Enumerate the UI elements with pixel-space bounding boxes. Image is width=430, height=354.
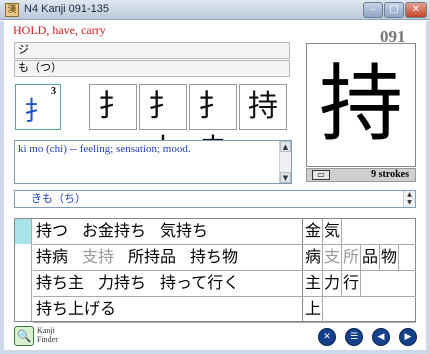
compound-chars: 上 (304, 297, 416, 322)
selected-word-field[interactable]: きも（ち） ▲ ▼ (14, 190, 416, 208)
compound-char[interactable]: 力 (323, 271, 342, 296)
kun-reading: も（つ） (14, 60, 290, 77)
kanji-finder-button[interactable]: 🔍 Kanji Finder (14, 326, 74, 346)
description-text: ki mo (chi) -- feeling; sensation; mood. (18, 143, 191, 155)
magnifier-icon: 🔍 (14, 326, 34, 346)
app-icon: 漢 (5, 3, 19, 17)
radical-number: 3 (51, 86, 56, 97)
compound-char[interactable]: 所 (342, 245, 361, 270)
compound-chars: 金気 (304, 219, 416, 244)
stroke-step-1[interactable]: 扌 (89, 84, 137, 130)
compound-char[interactable]: 気 (323, 219, 342, 244)
word-description: ki mo (chi) -- feeling; sensation; mood.… (14, 140, 292, 184)
word-spinner[interactable]: ▲ ▼ (403, 191, 415, 207)
compound-word[interactable]: 持って行く (160, 275, 239, 292)
compound-char[interactable]: 品 (361, 245, 380, 270)
compound-char[interactable]: 物 (380, 245, 399, 270)
list-nav-button[interactable]: ☰ (345, 328, 363, 346)
compound-word[interactable]: 持病 (36, 249, 68, 266)
stroke-step-4[interactable]: 持 (239, 84, 287, 130)
compound-words: 持つ お金持ち 気持ち (33, 219, 303, 244)
title-bar: 漢 N4 Kanji 091-135 – □ ✕ (0, 0, 430, 20)
compound-grid: 持つ お金持ち 気持ち金気持病 支持 所持品 持ち物病支所品物持ち主 力持ち 持って行く主力行… (14, 218, 416, 323)
compound-word[interactable]: お金持ち (82, 223, 146, 240)
compound-word[interactable]: 持ち上げる (36, 301, 116, 318)
compound-char[interactable]: 行 (342, 271, 361, 296)
compound-char[interactable]: 支 (323, 245, 342, 270)
compound-word[interactable]: 持つ (36, 223, 68, 240)
compound-word[interactable]: 力持ち (98, 275, 146, 292)
spin-down-icon[interactable]: ▼ (404, 199, 415, 207)
stroke-info-bar: ▭ 9 strokes (306, 168, 416, 182)
prev-nav-button[interactable]: ◀ (372, 328, 390, 346)
row-selector[interactable] (15, 219, 32, 321)
active-row-marker (15, 219, 31, 244)
compound-word[interactable]: 支持 (82, 249, 114, 266)
compound-char[interactable]: 主 (304, 271, 323, 296)
compound-word[interactable]: 気持ち (160, 223, 208, 240)
window-title: N4 Kanji 091-135 (24, 3, 110, 15)
next-nav-button[interactable]: ▶ (399, 328, 417, 346)
radical-box[interactable]: 扌 3 (15, 84, 61, 130)
scroll-down-icon[interactable]: ▼ (280, 172, 291, 183)
spin-up-icon[interactable]: ▲ (404, 191, 415, 199)
compound-char[interactable]: 金 (304, 219, 323, 244)
stroke-step-2[interactable]: 扌土 (139, 84, 187, 167)
compound-words: 持ち主 力持ち 持って行く (33, 271, 303, 296)
selected-word: きも（ち） (31, 193, 86, 205)
compound-words: 持ち上げる (33, 297, 303, 322)
big-kanji: 持 (306, 43, 416, 167)
scroll-up-icon[interactable]: ▲ (280, 141, 291, 152)
print-icon[interactable]: ▭ (312, 170, 330, 180)
compound-char[interactable]: 上 (304, 297, 323, 322)
close-nav-button[interactable]: ✕ (318, 328, 336, 346)
radical-glyph: 扌 (24, 97, 51, 126)
description-scrollbar[interactable]: ▲ ▼ (279, 141, 291, 183)
compound-row[interactable]: 持病 支持 所持品 持ち物病支所品物 (33, 245, 416, 271)
maximize-button[interactable]: □ (384, 2, 404, 18)
compound-chars: 主力行 (304, 271, 416, 296)
compound-word[interactable]: 持ち主 (36, 275, 84, 292)
compound-char[interactable]: 病 (304, 245, 323, 270)
compound-row[interactable]: 持ち上げる 上 (33, 297, 416, 323)
stroke-step-3[interactable]: 扌圭 (189, 84, 237, 167)
compound-row[interactable]: 持ち主 力持ち 持って行く主力行 (33, 271, 416, 297)
finder-label: Kanji Finder (37, 326, 58, 344)
on-reading: ジ (14, 42, 290, 59)
close-button[interactable]: ✕ (405, 2, 427, 18)
compound-word[interactable]: 所持品 (128, 249, 176, 266)
compound-word[interactable]: 持ち物 (190, 249, 238, 266)
compound-words: 持病 支持 所持品 持ち物 (33, 245, 303, 270)
compound-chars: 病支所品物 (304, 245, 416, 270)
minimize-button[interactable]: – (363, 2, 383, 18)
kanji-meaning: HOLD, have, carry (13, 23, 106, 37)
compound-row[interactable]: 持つ お金持ち 気持ち金気 (33, 219, 416, 245)
stroke-count: 9 strokes (371, 169, 409, 180)
